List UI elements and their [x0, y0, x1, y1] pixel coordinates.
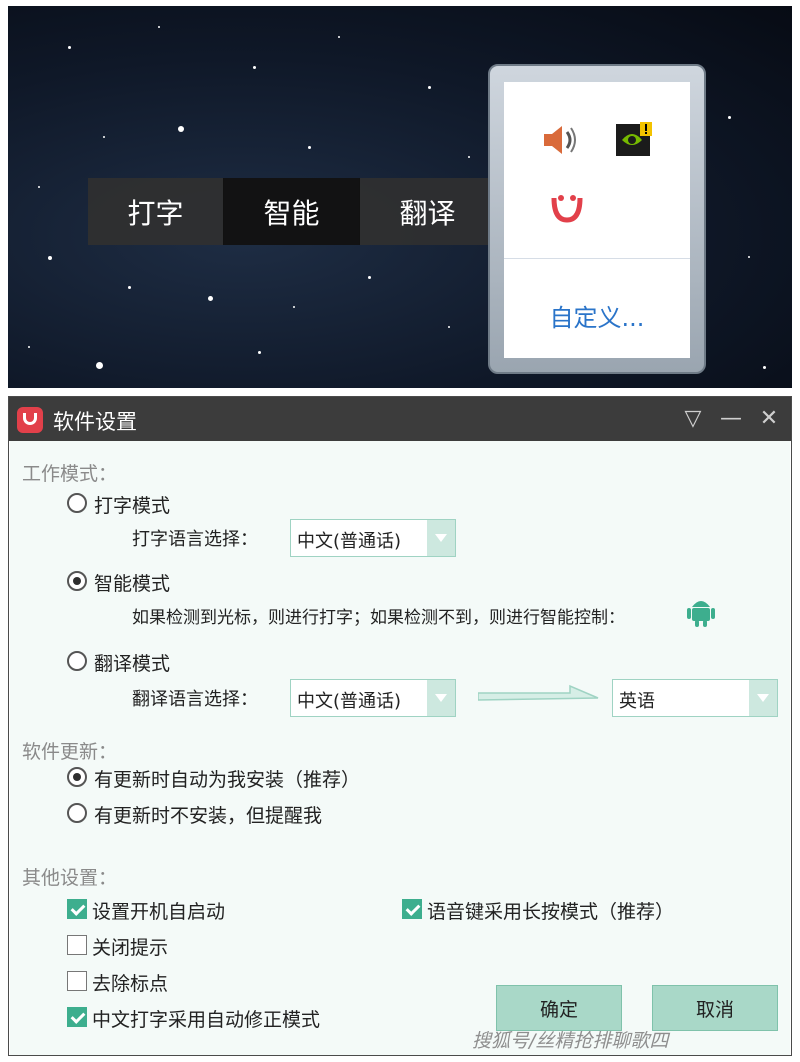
mode-typing-label: 打字 — [127, 196, 184, 230]
speaker-icon[interactable] — [540, 122, 580, 158]
tray-divider — [504, 258, 690, 259]
mode-translate-label: 翻译 — [399, 196, 456, 230]
app-logo-icon — [17, 407, 43, 433]
title-bar: 软件设置 ▽ — ✕ — [9, 397, 791, 441]
voice-key-long-press-checkbox[interactable] — [402, 899, 422, 919]
translate-target-select[interactable]: 英语 — [612, 679, 778, 717]
translate-source-value: 中文(普通话) — [297, 691, 402, 712]
auto-install-label: 有更新时自动为我安装（推荐） — [94, 769, 361, 791]
translate-source-select[interactable]: 中文(普通话) — [290, 679, 456, 717]
ok-button[interactable]: 确定 — [496, 985, 622, 1031]
other-settings-heading: 其他设置： — [22, 867, 118, 889]
close-tips-label: 关闭提示 — [92, 937, 169, 959]
app-tray-icon[interactable] — [550, 190, 584, 224]
autostart-checkbox[interactable] — [67, 899, 87, 919]
smart-mode-radio[interactable] — [67, 571, 87, 591]
desktop-screenshot: 打字 智能 翻译 自定义... — [8, 6, 792, 388]
translate-mode-label: 翻译模式 — [94, 653, 171, 675]
translate-target-value: 英语 — [619, 691, 655, 712]
smart-mode-label: 智能模式 — [94, 573, 171, 595]
tray-panel: 自定义... — [504, 82, 690, 358]
autostart-label: 设置开机自启动 — [92, 901, 226, 923]
translate-mode-radio[interactable] — [67, 651, 87, 671]
remove-punctuation-label: 去除标点 — [92, 973, 169, 995]
cancel-button[interactable]: 取消 — [652, 985, 778, 1031]
work-mode-heading: 工作模式： — [22, 463, 118, 485]
close-icon[interactable]: ✕ — [755, 405, 783, 433]
remove-punctuation-checkbox[interactable] — [67, 971, 87, 991]
system-tray-popup: 自定义... — [488, 64, 706, 374]
dropdown-triangle-icon[interactable]: ▽ — [679, 405, 707, 433]
voice-key-long-press-label: 语音键采用长按模式（推荐） — [427, 901, 675, 923]
auto-correct-checkbox[interactable] — [67, 1007, 87, 1027]
watermark-text: 搜狐号/丝精抢排聊歌四 — [472, 1030, 669, 1052]
customize-link[interactable]: 自定义... — [504, 298, 690, 333]
remind-only-label: 有更新时不安装，但提醒我 — [94, 805, 323, 827]
android-icon — [687, 601, 715, 627]
translate-language-label: 翻译语言选择： — [132, 689, 258, 710]
smart-mode-description: 如果检测到光标，则进行打字；如果检测不到，则进行智能控制： — [132, 608, 625, 628]
typing-language-select[interactable]: 中文(普通话) — [290, 519, 456, 557]
auto-correct-label: 中文打字采用自动修正模式 — [92, 1009, 321, 1031]
close-tips-checkbox[interactable] — [67, 935, 87, 955]
arrow-right-icon — [478, 684, 599, 701]
chevron-down-icon — [427, 520, 455, 556]
mode-smart-button[interactable]: 智能 — [224, 178, 360, 245]
typing-mode-label: 打字模式 — [94, 495, 171, 517]
minimize-icon[interactable]: — — [717, 405, 745, 433]
mode-translate-button[interactable]: 翻译 — [360, 178, 496, 245]
mode-smart-label: 智能 — [263, 196, 320, 230]
remind-only-radio[interactable] — [67, 803, 87, 823]
settings-content: 工作模式： 打字模式 打字语言选择： 中文(普通话) 智能模式 如果检测到光标，… — [10, 441, 790, 1055]
chevron-down-icon — [427, 680, 455, 716]
software-update-heading: 软件更新： — [22, 741, 118, 763]
nvidia-warning-icon[interactable] — [614, 120, 654, 158]
chevron-down-icon — [749, 680, 777, 716]
window-title: 软件设置 — [53, 410, 137, 434]
typing-language-label: 打字语言选择： — [132, 529, 258, 550]
auto-install-radio[interactable] — [67, 767, 87, 787]
mode-typing-button[interactable]: 打字 — [88, 178, 224, 245]
settings-window: 软件设置 ▽ — ✕ 工作模式： 打字模式 打字语言选择： 中文(普通话) 智能… — [8, 396, 792, 1056]
typing-mode-radio[interactable] — [67, 493, 87, 513]
typing-language-value: 中文(普通话) — [297, 531, 402, 552]
